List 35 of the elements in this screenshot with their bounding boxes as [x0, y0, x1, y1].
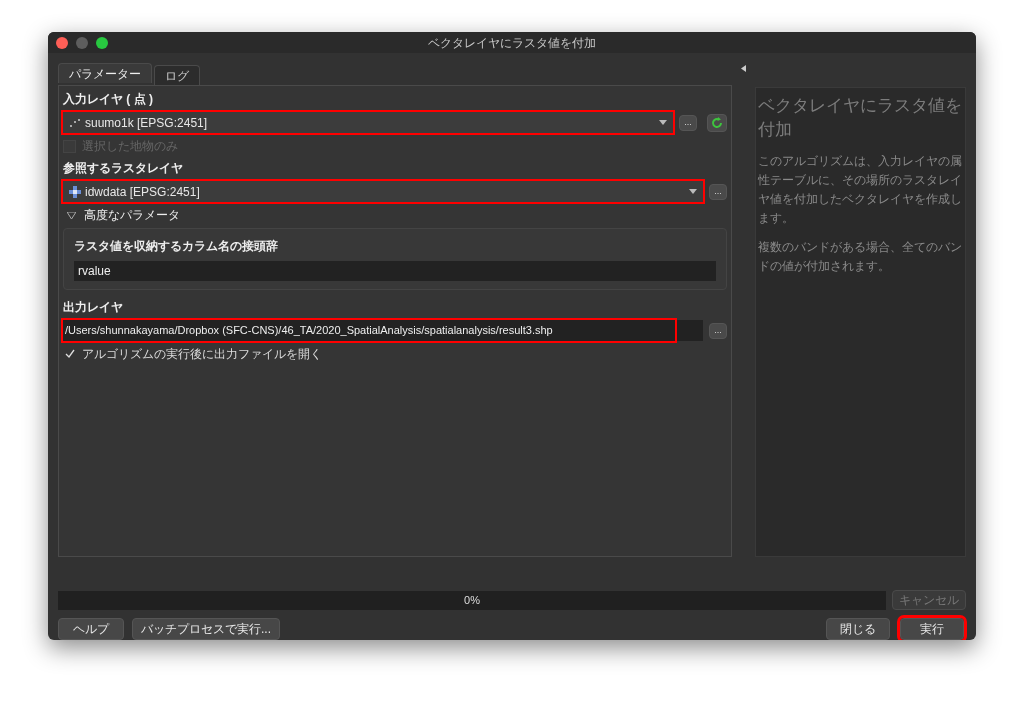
browse-button[interactable]: ... [679, 114, 697, 131]
combo-value: suumo1k [EPSG:2451] [85, 114, 209, 132]
browse-button[interactable]: ... [709, 183, 727, 200]
field-label: 入力レイヤ ( 点 ) [63, 91, 154, 108]
dialog-button[interactable]: 閉じる [826, 618, 890, 640]
dialog-button[interactable]: 実行 [900, 618, 964, 640]
maximize-icon[interactable] [96, 36, 108, 49]
collapse-caret-icon[interactable] [67, 211, 76, 219]
tab[interactable]: パラメーター [58, 63, 152, 83]
field-label: ラスタ値を収納するカラム名の接頭辞 [74, 238, 279, 255]
progress-reading: 0% [464, 592, 480, 608]
prefix-input[interactable]: rvalue [74, 261, 716, 281]
dialog-button[interactable]: ヘルプ [58, 618, 124, 640]
dropdown-caret-icon [689, 189, 697, 194]
layer-combo[interactable]: idwdata [EPSG:2451] [63, 181, 703, 202]
layer-combo[interactable]: suumo1k [EPSG:2451] [63, 112, 673, 133]
refresh-button[interactable] [707, 113, 727, 132]
help-paragraph: このアルゴリズムは、入力レイヤの属性テーブルに、その場所のラスタレイヤ値を付加したベクタレイヤを作成します。 [758, 153, 963, 227]
combo-value: idwdata [EPSG:2451] [85, 183, 201, 201]
window-title: ベクタレイヤにラスタ値を付加 [428, 34, 596, 52]
field-label: 出力レイヤ [63, 299, 124, 316]
tab[interactable]: ログ [154, 65, 200, 85]
dialog-button[interactable]: バッチプロセスで実行... [132, 618, 280, 640]
group-title: 高度なパラメータ [84, 207, 180, 224]
collapse-arrow-icon[interactable] [741, 65, 747, 72]
raster-layer-icon [69, 185, 81, 198]
dropdown-caret-icon [659, 120, 667, 125]
refresh-icon [711, 116, 723, 129]
close-icon[interactable] [56, 36, 68, 49]
field-label: 参照するラスタレイヤ [63, 160, 184, 177]
browse-button[interactable]: ... [709, 322, 727, 339]
help-paragraph: 複数のバンドがある場合、全てのバンドの値が付加されます。 [758, 239, 963, 275]
point-layer-icon [69, 117, 81, 128]
checkbox-label: アルゴリズムの実行後に出力ファイルを開く [82, 346, 322, 363]
help-title: ベクタレイヤにラスタ値を付加 [758, 95, 963, 141]
